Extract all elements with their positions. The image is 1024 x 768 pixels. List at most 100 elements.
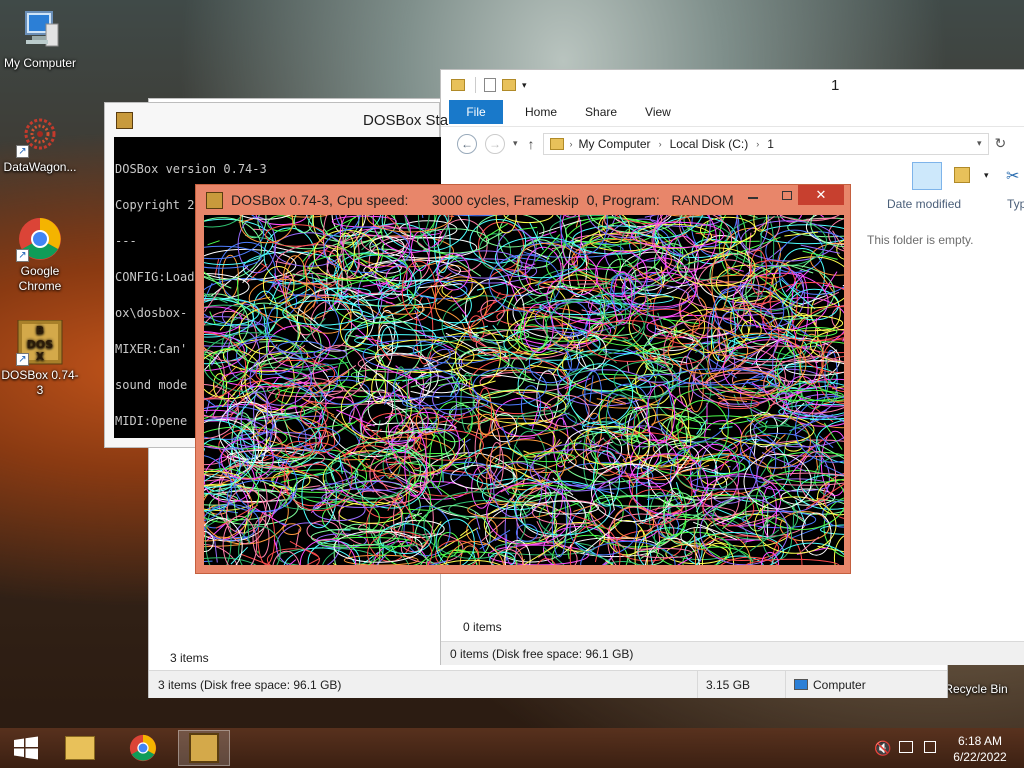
breadcrumb-separator-icon: ›: [569, 138, 573, 149]
column-header-type[interactable]: Typ: [1007, 197, 1024, 211]
desktop-icon-recycle-bin[interactable]: Recycle Bin: [938, 662, 1014, 697]
refresh-icon[interactable]: ↻: [995, 135, 1007, 152]
volume-muted-icon[interactable]: 🔇: [874, 740, 891, 757]
close-button[interactable]: ✕: [798, 185, 844, 205]
computer-icon: [794, 679, 808, 690]
random-line: [303, 265, 305, 279]
pane-toggle-button[interactable]: [912, 162, 942, 190]
computer-icon: [16, 8, 64, 54]
clock-time[interactable]: 6:18 AM: [950, 734, 1010, 748]
file-explorer-icon: [65, 736, 95, 760]
up-arrow-icon[interactable]: ↑: [528, 136, 535, 152]
random-line: [479, 519, 505, 544]
random-line: [637, 249, 666, 281]
clock-date[interactable]: 6/22/2022: [950, 750, 1010, 764]
desktop-icon-datawagon[interactable]: ↗ DataWagon...: [0, 112, 80, 175]
navigation-bar: ← → ▾ ↑ › My Computer › Local Disk (C:) …: [441, 126, 1024, 160]
breadcrumb-local-disk[interactable]: Local Disk (C:): [670, 137, 749, 151]
chrome-icon: ↗: [16, 216, 64, 262]
random-line: [402, 395, 489, 410]
random-line: [207, 240, 220, 246]
ribbon-tabs: File Home Share View: [441, 100, 1024, 124]
minimize-button[interactable]: [748, 197, 758, 199]
tab-file[interactable]: File: [449, 100, 503, 124]
dosbox-display[interactable]: [204, 215, 844, 565]
address-dropdown-icon[interactable]: ▾: [977, 138, 982, 149]
explorer-titlebar[interactable]: ▾ 1: [441, 70, 1024, 100]
random-line: [293, 215, 313, 233]
start-button[interactable]: [0, 730, 52, 766]
random-line: [204, 215, 243, 228]
random-line: [214, 258, 220, 276]
random-line: [322, 546, 324, 549]
console-line: DOSBox version 0.74-3: [115, 162, 267, 176]
address-box[interactable]: › My Computer › Local Disk (C:) › 1 ▾: [542, 132, 989, 155]
taskbar-file-explorer[interactable]: [54, 730, 106, 766]
properties-icon[interactable]: [484, 78, 496, 92]
desktop-icon-chrome[interactable]: ↗ Google Chrome: [0, 216, 80, 294]
scissors-icon[interactable]: ✂: [1006, 166, 1019, 186]
status-location: Computer: [785, 671, 935, 698]
folder-icon: [549, 137, 564, 150]
desktop-icon-dosbox[interactable]: B DOS X ↗ DOSBox 0.74-3: [0, 319, 80, 398]
tab-share[interactable]: Share: [571, 100, 631, 124]
forward-arrow-icon[interactable]: →: [485, 133, 505, 154]
taskbar-chrome[interactable]: [117, 730, 169, 766]
tab-view[interactable]: View: [631, 100, 685, 124]
breadcrumb-my-computer[interactable]: My Computer: [579, 137, 651, 151]
desktop-icon-label: My Computer: [3, 56, 77, 70]
random-line: [522, 558, 525, 562]
shortcut-arrow-icon: ↗: [16, 353, 29, 366]
customize-qat-icon[interactable]: ▾: [522, 80, 527, 91]
back-arrow-icon[interactable]: ←: [457, 133, 477, 154]
dosbox-app-icon: [116, 112, 133, 129]
random-line: [765, 420, 768, 425]
dosbox-main-window[interactable]: DOSBox 0.74-3, Cpu speed: 3000 cycles, F…: [195, 184, 851, 574]
random-line: [626, 361, 630, 373]
random-line: [750, 260, 790, 279]
random-line: [644, 215, 658, 218]
windows-logo-icon: [14, 736, 38, 760]
random-line: [491, 413, 518, 443]
random-line: [282, 523, 302, 536]
item-count: 0 items: [463, 620, 502, 634]
status-left: 3 items (Disk free space: 96.1 GB): [158, 677, 342, 692]
shortcut-arrow-icon: ↗: [16, 249, 29, 262]
action-center-icon[interactable]: [924, 741, 936, 753]
random-line: [349, 417, 352, 420]
random-line: [589, 375, 594, 403]
random-line: [842, 284, 844, 286]
random-line: [802, 250, 838, 260]
network-icon[interactable]: [899, 741, 913, 753]
empty-folder-message: This folder is empty.: [867, 233, 974, 247]
random-line: [204, 486, 281, 521]
desktop-icon-label: Google Chrome: [18, 264, 62, 293]
random-line: [704, 392, 715, 396]
new-folder-icon[interactable]: [502, 79, 516, 91]
random-line: [271, 491, 297, 516]
random-line: [425, 383, 430, 389]
column-header-date-modified[interactable]: Date modified: [887, 197, 961, 211]
folder-icon: [451, 79, 465, 91]
random-line: [429, 414, 462, 419]
dosbox-status-titlebar[interactable]: DOSBox Sta: [105, 103, 448, 137]
dosbox-main-title: DOSBox 0.74-3, Cpu speed: 3000 cycles, F…: [231, 192, 734, 208]
random-line: [307, 267, 319, 269]
divider: [475, 77, 476, 93]
datawagon-icon: ↗: [16, 112, 64, 158]
svg-text:X: X: [36, 350, 45, 363]
desktop-icon-my-computer[interactable]: My Computer: [0, 8, 80, 71]
view-dropdown-icon[interactable]: ▾: [984, 170, 989, 181]
window-title: 1: [831, 76, 840, 94]
tab-home[interactable]: Home: [511, 100, 571, 124]
chrome-icon: [129, 734, 157, 762]
maximize-button[interactable]: [782, 191, 792, 200]
view-options-icon[interactable]: [954, 167, 970, 183]
taskbar-dosbox[interactable]: [178, 730, 230, 766]
random-line: [253, 228, 270, 231]
random-line: [292, 273, 328, 282]
breadcrumb-folder[interactable]: 1: [767, 137, 774, 151]
dosbox-main-titlebar[interactable]: DOSBox 0.74-3, Cpu speed: 3000 cycles, F…: [196, 185, 850, 215]
recent-locations-icon[interactable]: ▾: [513, 138, 518, 149]
explorer-back-statusbar: 3 items (Disk free space: 96.1 GB) 3.15 …: [149, 670, 947, 698]
